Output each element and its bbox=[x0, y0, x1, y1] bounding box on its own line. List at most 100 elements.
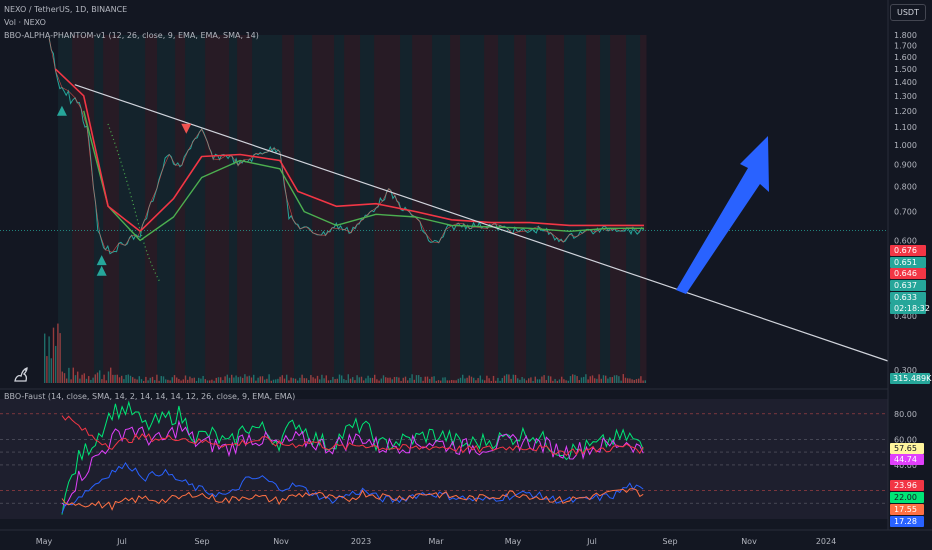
volume-bar bbox=[77, 371, 79, 383]
osc-label-text: 44.74 bbox=[894, 455, 917, 464]
volume-bar bbox=[543, 375, 545, 383]
volume-bar bbox=[605, 375, 607, 383]
osc-tick-label: 80.00 bbox=[894, 410, 917, 419]
osc-bg bbox=[0, 399, 888, 519]
volume-bar bbox=[365, 378, 367, 383]
volume-bar bbox=[534, 376, 536, 383]
volume-bar bbox=[528, 378, 530, 383]
volume-bar bbox=[343, 379, 345, 383]
volume-bar bbox=[525, 380, 528, 383]
volume-bar bbox=[123, 379, 125, 383]
volume-bar bbox=[70, 379, 72, 383]
volume-bar bbox=[536, 379, 539, 383]
band bbox=[640, 35, 647, 383]
volume-bar bbox=[484, 380, 486, 383]
volume-bar bbox=[532, 380, 534, 383]
band bbox=[546, 35, 565, 383]
time-tick-label: Sep bbox=[662, 537, 677, 546]
volume-bar bbox=[382, 375, 385, 383]
time-axis: May Jul Sep Nov 2023 Mar May Jul Sep Nov 2024 bbox=[0, 529, 932, 546]
volume-bar bbox=[391, 379, 393, 383]
volume-bar bbox=[495, 380, 497, 383]
volume-bar bbox=[402, 377, 404, 383]
volume-bar bbox=[558, 379, 561, 383]
volume-bar bbox=[481, 379, 484, 383]
volume-bar bbox=[319, 379, 321, 383]
volume-bar bbox=[503, 375, 506, 383]
price-label-text: 0.637 bbox=[894, 281, 917, 290]
volume-bar bbox=[550, 376, 552, 383]
volume-bar bbox=[380, 378, 382, 383]
volume-bar bbox=[574, 374, 576, 383]
price-tick-label: 1.100 bbox=[894, 123, 917, 132]
volume-bar bbox=[143, 380, 145, 383]
volume-bar bbox=[193, 377, 195, 383]
band bbox=[344, 35, 361, 383]
volume-bar bbox=[288, 380, 290, 383]
volume-bar bbox=[633, 379, 635, 383]
volume-bar bbox=[259, 376, 261, 383]
volume-bar bbox=[96, 372, 99, 383]
volume-bar bbox=[455, 380, 457, 383]
band bbox=[412, 35, 433, 383]
volume-bar bbox=[631, 379, 633, 383]
volume-bar bbox=[512, 374, 514, 383]
volume-bar bbox=[90, 379, 92, 383]
volume-bar bbox=[167, 379, 169, 383]
volume-bar bbox=[363, 380, 365, 383]
volume-bar bbox=[435, 380, 437, 383]
volume-bar bbox=[442, 377, 444, 383]
band bbox=[460, 35, 485, 383]
volume-bar bbox=[195, 380, 198, 383]
volume-bar bbox=[600, 378, 602, 383]
volume-bar bbox=[297, 380, 299, 383]
volume-bar bbox=[169, 380, 171, 383]
volume-bar bbox=[299, 377, 301, 383]
volume-bar bbox=[327, 380, 330, 383]
volume-bar bbox=[640, 376, 642, 383]
volume-bar bbox=[594, 378, 596, 383]
price-label-text: 0.633 bbox=[894, 293, 917, 302]
volume-bar bbox=[301, 374, 303, 383]
volume-bar bbox=[585, 374, 587, 383]
time-tick-label: 2023 bbox=[351, 537, 371, 546]
band bbox=[157, 35, 176, 383]
volume-bar bbox=[228, 377, 231, 383]
osc-label-text: 22.00 bbox=[894, 493, 917, 502]
price-label-text: 0.651 bbox=[894, 258, 917, 267]
volume-bar bbox=[541, 376, 543, 383]
band bbox=[145, 35, 158, 383]
volume-bar bbox=[129, 375, 132, 383]
volume-bar bbox=[330, 380, 332, 383]
volume-bar bbox=[176, 377, 178, 383]
band bbox=[119, 35, 146, 383]
osc-label-text: 17.55 bbox=[894, 505, 917, 514]
band bbox=[484, 35, 499, 383]
volume-bar bbox=[55, 345, 57, 383]
volume-bar bbox=[376, 379, 378, 383]
band bbox=[94, 35, 104, 383]
volume-bar bbox=[88, 376, 90, 383]
band bbox=[185, 35, 206, 383]
oscillator-legend: BBO-Faust (14, close, SMA, 14, 2, 14, 14… bbox=[4, 392, 296, 401]
volume-bar bbox=[160, 376, 162, 383]
volume-bar bbox=[521, 376, 523, 383]
volume-bar bbox=[248, 375, 250, 383]
volume-bar bbox=[638, 378, 640, 383]
volume-bar bbox=[506, 374, 508, 383]
volume-bar bbox=[239, 376, 242, 383]
volume-bar bbox=[629, 378, 631, 383]
volume-bar bbox=[237, 377, 239, 383]
band bbox=[526, 35, 547, 383]
osc-label-text: 17.28 bbox=[894, 517, 917, 526]
volume-legend: Vol · NEXO bbox=[4, 18, 46, 27]
volume-bar bbox=[561, 376, 563, 383]
time-tick-label: Sep bbox=[194, 537, 209, 546]
currency-button[interactable]: USDT bbox=[890, 4, 926, 21]
volume-bar bbox=[519, 379, 521, 383]
volume-bar bbox=[323, 378, 325, 383]
volume-bar bbox=[46, 356, 48, 383]
price-chart-canvas[interactable]: 1.800 1.700 1.600 1.500 1.400 1.300 1.200 1.100… bbox=[0, 0, 932, 550]
volume-bar bbox=[488, 378, 490, 383]
volume-bar bbox=[286, 374, 288, 383]
